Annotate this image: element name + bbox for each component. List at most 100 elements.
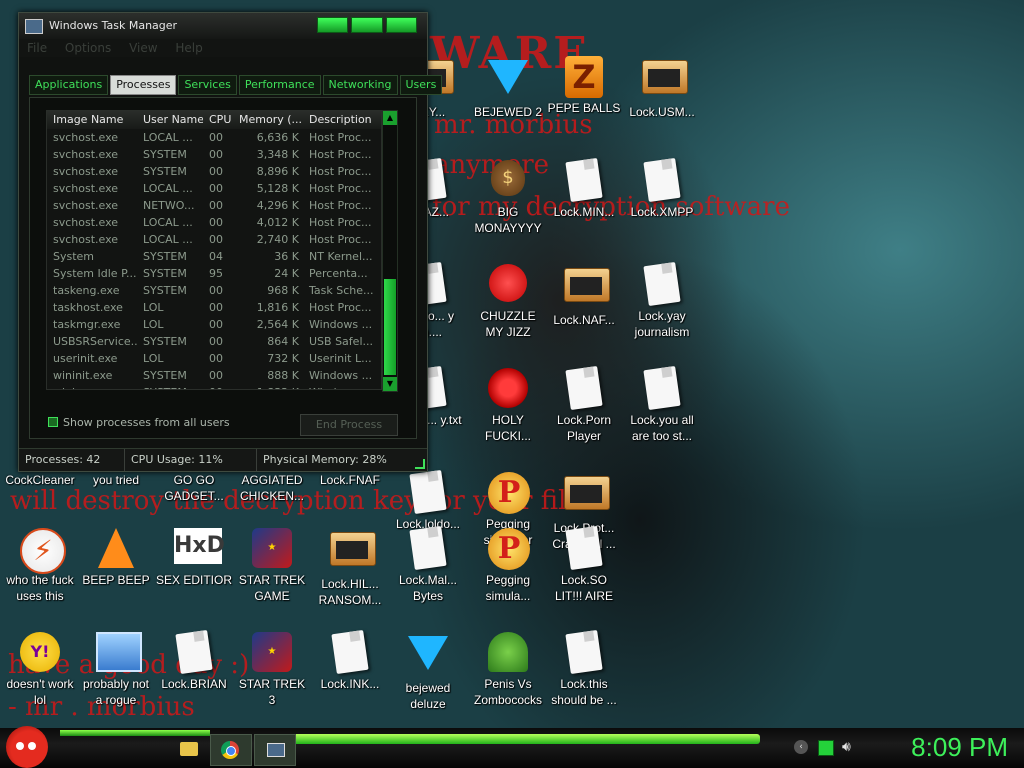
desktop-icon[interactable]: Penis Vs Zombococks [470, 632, 546, 708]
desktop-icon[interactable]: Lock.INK... [312, 629, 388, 692]
close-button[interactable] [385, 17, 417, 33]
table-row[interactable]: svchost.exe LOCAL ... 00 4,012 K Host Proc..… [47, 214, 381, 231]
table-row[interactable]: svchost.exe LOCAL ... 00 2,740 K Host Proc..… [47, 231, 381, 248]
desktop-icon[interactable]: Lock.loldo... [390, 469, 466, 532]
resize-grip-icon[interactable] [415, 459, 425, 469]
desktop-icon[interactable]: Lock.this should be ... [546, 629, 622, 708]
tab-networking[interactable]: Networking [322, 75, 398, 95]
desktop-icon[interactable]: Lock.yay journalism [624, 261, 700, 340]
volume-icon[interactable]: 🔊︎ [842, 740, 856, 754]
desktop-icon[interactable]: P Pegging simula... [470, 528, 546, 604]
table-row[interactable]: wininit.exe SYSTEM 00 888 K Windows ... [47, 367, 381, 384]
scroll-down-icon[interactable]: ▼ [383, 377, 397, 391]
taskbar-chrome-button[interactable] [210, 734, 252, 766]
tab-services[interactable]: Services [178, 75, 237, 95]
desktop-icon[interactable]: HOLY FUCKI... [470, 368, 546, 444]
desktop-icon[interactable]: AGGIATED CHICKEN... [234, 472, 310, 504]
doc-icon [564, 629, 604, 675]
task-manager-titlebar[interactable]: Windows Task Manager [19, 13, 427, 39]
column-user-name[interactable]: User Name [137, 111, 203, 129]
network-icon[interactable] [818, 740, 834, 756]
taskbar-taskmanager-button[interactable] [254, 734, 296, 766]
desktop-icon[interactable]: BEJEWED 2 [470, 56, 546, 120]
tab-applications[interactable]: Applications [29, 75, 109, 95]
desktop-icon[interactable]: Lock.USM... [624, 56, 700, 120]
start-button[interactable] [6, 726, 48, 768]
desktop-icon[interactable]: Y! doesn't work lol [2, 632, 78, 708]
table-row[interactable]: svchost.exe LOCAL ... 00 6,636 K Host Proc..… [47, 129, 381, 146]
table-cell: LOCAL ... [143, 216, 193, 229]
desktop-icon[interactable]: CockCleaner [2, 472, 78, 488]
table-cell: taskhost.exe [53, 301, 123, 314]
tab-users[interactable]: Users [399, 75, 443, 95]
menu-view[interactable]: View [129, 41, 157, 55]
column-memory[interactable]: Memory (... [233, 111, 303, 129]
desktop-icon[interactable]: BEEP BEEP [78, 528, 154, 588]
desktop-icon[interactable]: Lock.Mal... Bytes [390, 525, 466, 604]
desktop-icon[interactable]: Lock.BRIAN [156, 629, 232, 692]
desktop-icon[interactable]: bejewed deluze [390, 632, 466, 712]
clock[interactable]: 8:09 PM [911, 732, 1008, 762]
desktop-icon[interactable]: ⚡ who the fuck uses this [2, 528, 78, 604]
table-row[interactable]: winlogon.exeSYSTEM001,832 KWindows ... [47, 384, 381, 389]
scroll-up-icon[interactable]: ▲ [383, 111, 397, 125]
vertical-scrollbar[interactable]: ▲ ▼ [382, 110, 398, 392]
tab-performance[interactable]: Performance [238, 75, 321, 95]
table-row[interactable]: svchost.exe SYSTEM 00 8,896 K Host Proc... [47, 163, 381, 180]
taskbar-explorer-button[interactable] [172, 734, 212, 764]
tab-processes[interactable]: Processes [110, 75, 177, 95]
desktop-icon[interactable]: Lock.MIN... [546, 157, 622, 220]
desktop-icon[interactable]: probably not a rogue [78, 632, 154, 708]
desktop-icon[interactable]: Lock.Porn Player [546, 365, 622, 444]
table-row[interactable]: svchost.exe LOCAL ... 00 5,128 K Host Proc..… [47, 180, 381, 197]
desktop-icon[interactable]: $ BIG MONAYYYY [470, 160, 546, 236]
desktop-icon-label: Lock.yay journalism [634, 309, 690, 339]
desktop-icon[interactable]: CHUZZLE MY JIZZ [470, 264, 546, 340]
scroll-thumb[interactable] [384, 279, 396, 375]
menu-options[interactable]: Options [65, 41, 111, 55]
window-controls [317, 17, 417, 33]
column-cpu[interactable]: CPU [203, 111, 233, 129]
show-all-processes-checkbox[interactable]: Show processes from all users [48, 416, 230, 430]
table-row[interactable]: svchost.exe SYSTEM 00 3,348 K Host Proc... [47, 146, 381, 163]
desktop-icon-label: CHUZZLE MY JIZZ [480, 309, 536, 339]
desktop-icon[interactable]: Lock.HIL... RANSOM... [312, 528, 388, 608]
table-cell: 1,832 K [233, 384, 303, 389]
task-manager-window[interactable]: Windows Task Manager File Options View H… [18, 12, 443, 472]
desktop-icon[interactable]: HxD SEX EDITIOR [156, 528, 232, 588]
show-hidden-icons-icon[interactable]: ‹ [794, 740, 808, 754]
menu-help[interactable]: Help [175, 41, 202, 55]
table-row[interactable]: taskhost.exe LOL 00 1,816 K Host Proc... [47, 299, 381, 316]
checkbox-icon[interactable] [48, 417, 58, 427]
desktop-icon[interactable]: ★ STAR TREK GAME [234, 528, 310, 604]
column-description[interactable]: Description [303, 111, 381, 129]
table-row[interactable]: userinit.exe LOL 00 732 K Userinit L... [47, 350, 381, 367]
process-table[interactable]: Image Name User Name CPU Memory (... Des… [46, 110, 382, 390]
table-row[interactable]: System Idle P... SYSTEM 95 24 K Percenta... [47, 265, 381, 282]
desktop-icon[interactable]: Lock.NAF... [546, 264, 622, 328]
minimize-button[interactable] [317, 17, 349, 33]
desktop-icon-label: AGGIATED CHICKEN... [239, 473, 304, 503]
desktop-icon[interactable]: Z PEPE BALLS [546, 56, 622, 116]
doc-icon [174, 629, 214, 675]
desktop-icon[interactable]: Lock.FNAF [312, 472, 388, 488]
table-row[interactable]: svchost.exe NETWO... 00 4,296 K Host Proc... [47, 197, 381, 214]
desktop-icon[interactable]: Lock.you all are too st... [624, 365, 700, 444]
table-cell: SYSTEM [143, 335, 187, 348]
table-row[interactable]: taskmgr.exe LOL 00 2,564 K Windows ... [47, 316, 381, 333]
maximize-button[interactable] [351, 17, 383, 33]
redring-icon [488, 368, 528, 408]
desktop-icon[interactable]: Lock.SO LIT!!! AIRE [546, 525, 622, 604]
desktop-icon[interactable]: Lock.XMPP [624, 157, 700, 220]
table-row[interactable]: taskeng.exe SYSTEM 00 968 K Task Sche... [47, 282, 381, 299]
table-row[interactable]: USBSRService... SYSTEM 00 864 K USB Safel... [47, 333, 381, 350]
desktop-icon[interactable]: ★ STAR TREK 3 [234, 632, 310, 708]
column-image-name[interactable]: Image Name [47, 111, 137, 129]
table-cell: 4,012 K [256, 216, 299, 229]
table-cell: winlogon.exe [47, 384, 137, 389]
desktop-icon[interactable]: GO GO GADGET... [156, 472, 232, 504]
desktop-icon[interactable]: you tried [78, 472, 154, 488]
table-row[interactable]: System SYSTEM 04 36 K NT Kernel... [47, 248, 381, 265]
end-process-button[interactable]: End Process [300, 414, 398, 436]
menu-file[interactable]: File [27, 41, 47, 55]
